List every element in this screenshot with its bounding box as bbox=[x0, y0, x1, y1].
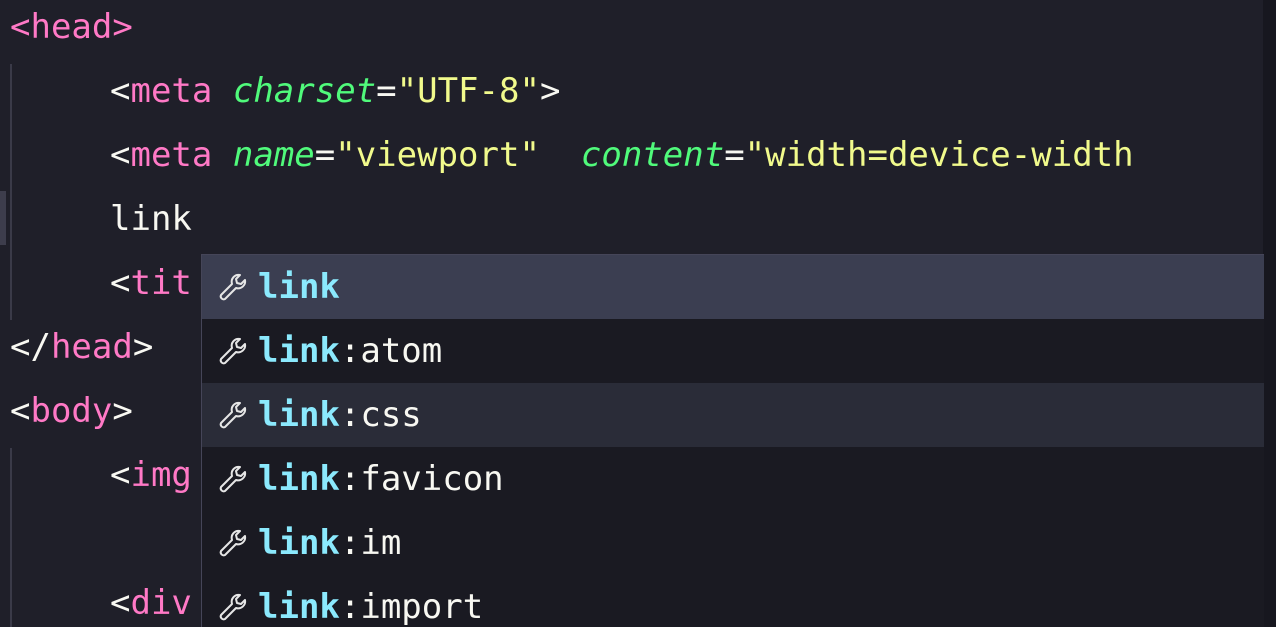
token-punct: > bbox=[112, 391, 133, 431]
token-string: "UTF-8" bbox=[396, 71, 540, 111]
suggestion-item[interactable]: link:atom bbox=[202, 319, 1264, 383]
suggestion-rest: :css bbox=[339, 395, 422, 435]
token-punct: < bbox=[10, 7, 31, 47]
token-punct: < bbox=[110, 71, 131, 111]
token-tag: meta bbox=[130, 135, 213, 175]
typed-text: link bbox=[110, 199, 192, 239]
code-line-body-open[interactable]: <body> bbox=[10, 379, 133, 443]
code-line-typed[interactable]: link bbox=[10, 187, 192, 251]
token-attr: content bbox=[580, 135, 725, 175]
wrench-icon bbox=[219, 337, 247, 365]
suggestion-match: link bbox=[258, 459, 340, 499]
code-line-meta-viewport[interactable]: <meta name="viewport" content="width=dev… bbox=[10, 123, 1134, 187]
suggestion-match: link bbox=[258, 395, 340, 435]
suggestion-rest: :atom bbox=[339, 331, 443, 371]
wrench-icon bbox=[219, 401, 247, 429]
suggestion-item[interactable]: link:import bbox=[202, 575, 1264, 627]
token-attr: name bbox=[232, 135, 315, 175]
token-punct: < bbox=[110, 583, 131, 623]
code-line-title[interactable]: <tit bbox=[10, 251, 192, 315]
wrench-icon bbox=[219, 273, 247, 301]
token-tag: meta bbox=[130, 71, 213, 111]
token-punct: > bbox=[132, 327, 154, 367]
token-tag: tit bbox=[130, 263, 192, 303]
minimap-strip bbox=[1263, 0, 1276, 627]
token-tag: head bbox=[30, 7, 113, 47]
token-punct: = bbox=[314, 135, 336, 175]
token-punct: < bbox=[110, 135, 131, 175]
token-punct: = bbox=[724, 135, 745, 175]
token-punct: < bbox=[110, 455, 131, 495]
token-string: "viewport" bbox=[335, 135, 540, 175]
autocomplete-popup[interactable]: link link:atom link:css link:favicon lin… bbox=[201, 254, 1264, 627]
code-line-img[interactable]: <img bbox=[10, 443, 192, 507]
token-string: "width=device-width bbox=[744, 135, 1134, 175]
suggestion-match: link bbox=[258, 331, 340, 371]
token-tag: img bbox=[130, 455, 192, 495]
token-punct: </ bbox=[10, 327, 51, 367]
suggestion-rest: :im bbox=[339, 523, 402, 563]
suggestion-rest: :import bbox=[339, 587, 484, 627]
token-tag: body bbox=[30, 391, 113, 431]
token-punct: < bbox=[110, 263, 131, 303]
wrench-icon bbox=[219, 593, 247, 621]
token-punct: > bbox=[539, 71, 561, 111]
suggestion-rest: :favicon bbox=[339, 459, 504, 499]
suggestion-item[interactable]: link:favicon bbox=[202, 447, 1264, 511]
suggestion-item[interactable]: link:im bbox=[202, 511, 1264, 575]
suggestion-item[interactable]: link:css bbox=[202, 383, 1264, 447]
wrench-icon bbox=[219, 465, 247, 493]
suggestion-match: link bbox=[258, 523, 340, 563]
code-line-head-open[interactable]: <head> bbox=[10, 0, 133, 59]
token-tag: head bbox=[50, 327, 133, 367]
suggestion-match: link bbox=[258, 267, 340, 307]
line-highlight-marker bbox=[0, 191, 6, 245]
code-line-head-close[interactable]: </head> bbox=[10, 315, 153, 379]
token-punct: < bbox=[10, 391, 31, 431]
suggestion-match: link bbox=[258, 587, 340, 627]
wrench-icon bbox=[219, 529, 247, 557]
token-punct: > bbox=[112, 7, 133, 47]
token-attr: charset bbox=[232, 71, 377, 111]
suggestion-item[interactable]: link bbox=[202, 255, 1264, 319]
token-tag: div bbox=[130, 583, 192, 623]
token-punct: = bbox=[376, 71, 397, 111]
code-line-div[interactable]: <div bbox=[10, 571, 192, 627]
code-line-meta-charset[interactable]: <meta charset="UTF-8"> bbox=[10, 59, 560, 123]
